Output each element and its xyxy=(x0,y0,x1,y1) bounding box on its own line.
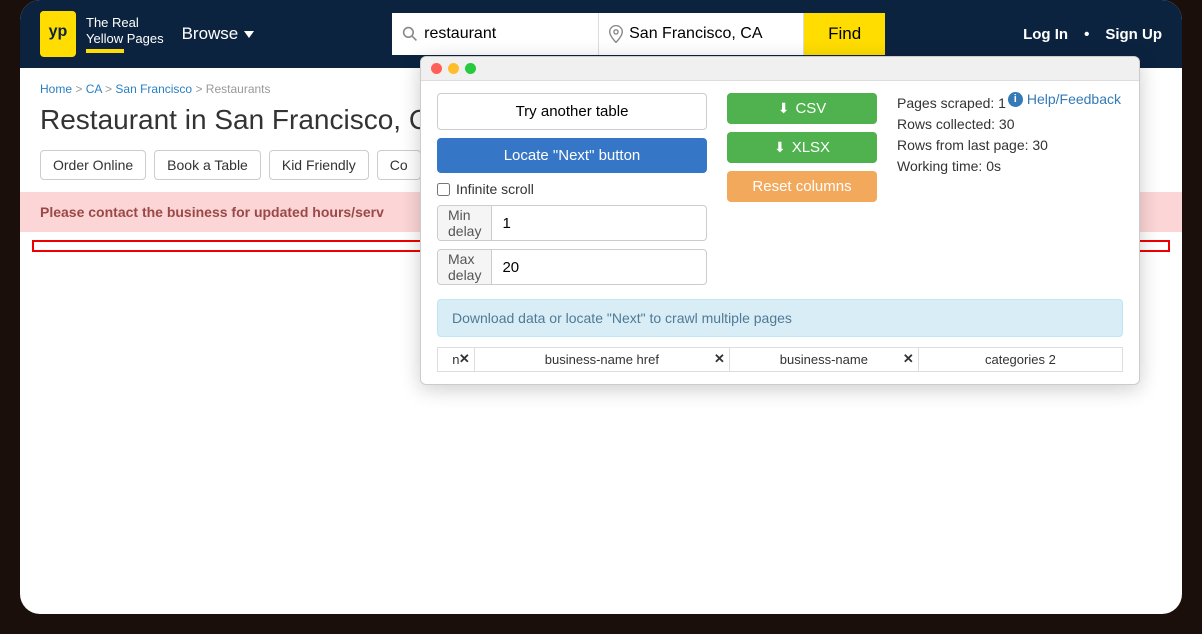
xlsx-label: XLSX xyxy=(792,139,830,156)
info-banner: Download data or locate "Next" to crawl … xyxy=(437,299,1123,337)
maximize-icon[interactable] xyxy=(465,63,476,74)
rows-last-page: Rows from last page: 30 xyxy=(897,135,1048,156)
min-delay-input[interactable] xyxy=(492,215,707,232)
minimize-icon[interactable] xyxy=(448,63,459,74)
help-link[interactable]: i Help/Feedback xyxy=(1008,91,1121,107)
logo[interactable]: yp The Real Yellow Pages xyxy=(40,11,164,57)
login-link[interactable]: Log In xyxy=(1023,26,1068,43)
breadcrumb-state[interactable]: CA xyxy=(86,82,102,96)
working-time: Working time: 0s xyxy=(897,156,1048,177)
col-header-href: business-name href✕ xyxy=(474,348,729,372)
filter-pill[interactable]: Order Online xyxy=(40,150,146,180)
col-header-cat: categories 2 xyxy=(918,348,1122,372)
csv-button[interactable]: ⬇ CSV xyxy=(727,93,877,124)
browse-label: Browse xyxy=(182,24,239,44)
close-icon[interactable] xyxy=(431,63,442,74)
breadcrumb-home[interactable]: Home xyxy=(40,82,72,96)
breadcrumb-leaf: Restaurants xyxy=(206,82,271,96)
min-delay-label: Min delay xyxy=(438,206,492,240)
max-delay-input[interactable] xyxy=(492,259,707,276)
filter-pill[interactable]: Book a Table xyxy=(154,150,261,180)
locate-next-button[interactable]: Locate "Next" button xyxy=(437,138,707,173)
chevron-down-icon xyxy=(244,31,254,38)
search-bar: Find xyxy=(392,13,885,55)
breadcrumb-city[interactable]: San Francisco xyxy=(115,82,192,96)
min-delay-row: Min delay sec xyxy=(437,205,707,241)
pin-icon xyxy=(609,25,623,43)
scraper-popup: i Help/Feedback Try another table Locate… xyxy=(420,56,1140,385)
separator-dot: • xyxy=(1084,26,1089,43)
infinite-scroll-label: Infinite scroll xyxy=(456,181,534,197)
search-query-box[interactable] xyxy=(392,13,599,55)
csv-label: CSV xyxy=(795,100,826,117)
try-another-button[interactable]: Try another table xyxy=(437,93,707,130)
search-input[interactable] xyxy=(418,25,588,43)
search-icon xyxy=(402,26,418,42)
close-icon[interactable]: ✕ xyxy=(903,351,914,367)
help-label: Help/Feedback xyxy=(1027,91,1121,107)
col-header-n: n✕ xyxy=(438,348,475,372)
rows-collected: Rows collected: 30 xyxy=(897,114,1048,135)
max-delay-row: Max delay sec xyxy=(437,249,707,285)
auth-links: Log In • Sign Up xyxy=(1023,26,1162,43)
xlsx-button[interactable]: ⬇ XLSX xyxy=(727,132,877,163)
browse-menu[interactable]: Browse xyxy=(182,24,255,44)
close-icon[interactable]: ✕ xyxy=(459,351,470,367)
download-icon: ⬇ xyxy=(774,139,786,156)
filter-pill[interactable]: Kid Friendly xyxy=(269,150,369,180)
signup-link[interactable]: Sign Up xyxy=(1105,26,1162,43)
max-delay-label: Max delay xyxy=(438,250,492,284)
find-button[interactable]: Find xyxy=(804,13,885,55)
col-header-name: business-name✕ xyxy=(729,348,918,372)
info-icon: i xyxy=(1008,92,1023,107)
reset-columns-button[interactable]: Reset columns xyxy=(727,171,877,202)
stats-block: Pages scraped: 1 Rows collected: 30 Rows… xyxy=(897,93,1048,285)
logo-mark: yp xyxy=(40,11,76,57)
download-icon: ⬇ xyxy=(778,100,790,117)
close-icon[interactable]: ✕ xyxy=(714,351,725,367)
infinite-scroll-checkbox[interactable]: Infinite scroll xyxy=(437,181,707,197)
location-box[interactable] xyxy=(599,13,804,55)
popup-titlebar[interactable] xyxy=(421,57,1139,81)
location-input[interactable] xyxy=(623,25,793,43)
filter-pill[interactable]: Co xyxy=(377,150,421,180)
infinite-scroll-input[interactable] xyxy=(437,183,450,196)
data-table: n✕ business-name href✕ business-name✕ ca… xyxy=(437,347,1123,372)
table-header-row: n✕ business-name href✕ business-name✕ ca… xyxy=(438,348,1123,372)
logo-tagline: The Real Yellow Pages xyxy=(86,15,164,52)
